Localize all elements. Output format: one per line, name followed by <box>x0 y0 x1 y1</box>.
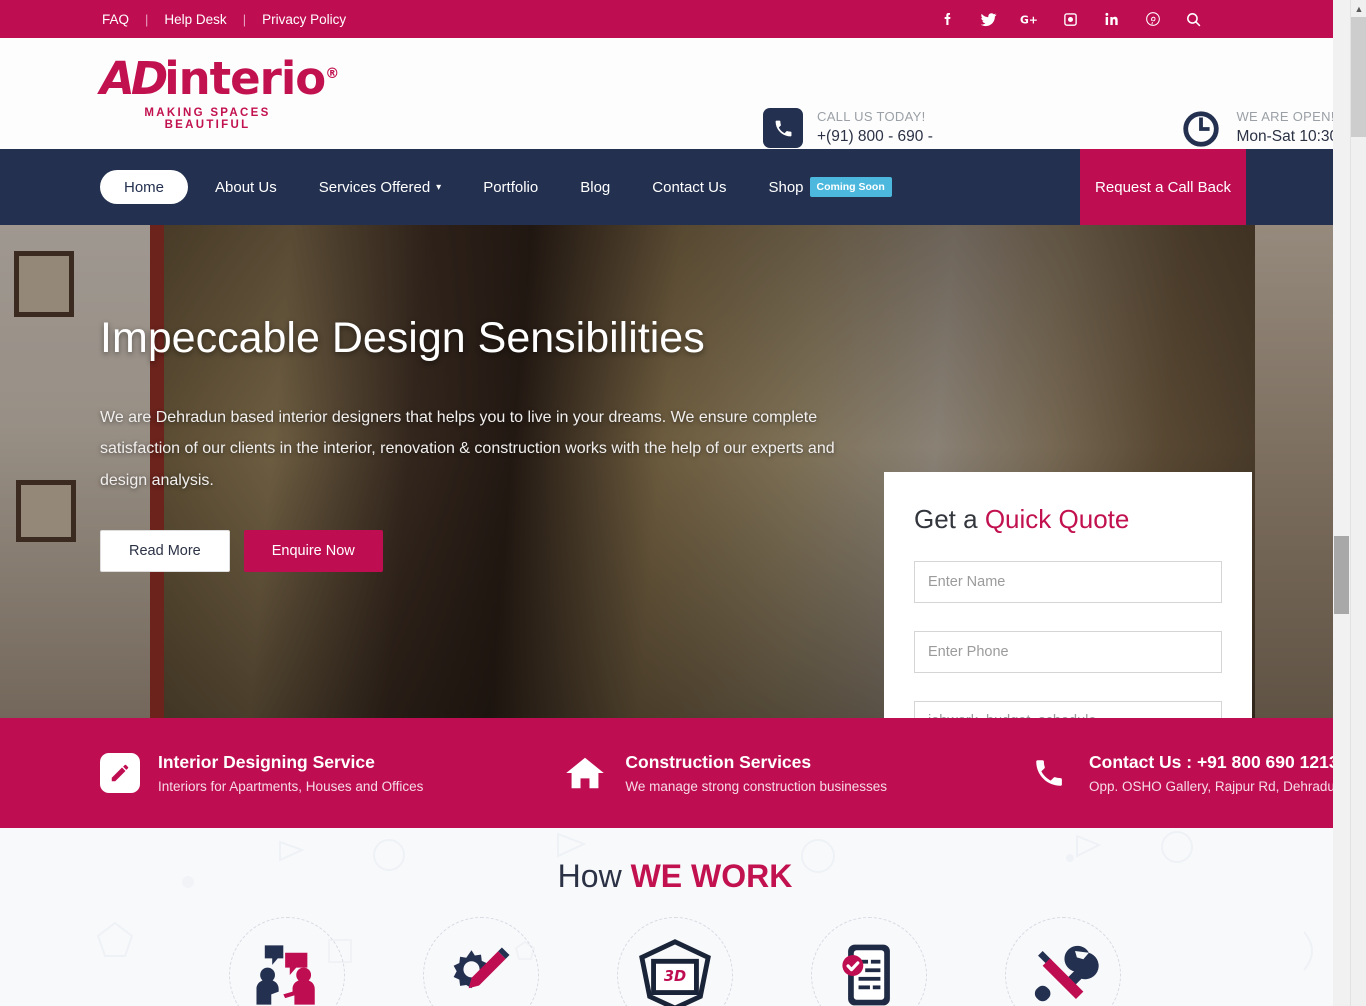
request-call-back-button[interactable]: Request a Call Back <box>1080 149 1246 225</box>
scroll-up-arrow-icon[interactable]: ▲ <box>1351 0 1366 17</box>
step-consultation[interactable] <box>229 917 345 1006</box>
message-textarea[interactable] <box>914 701 1222 718</box>
hero-content: Impeccable Design Sensibilities We are D… <box>0 225 835 572</box>
top-utility-bar: FAQ | Help Desk | Privacy Policy G+ <box>0 0 1350 38</box>
nav-item-label: Services Offered <box>318 178 431 196</box>
linkedin-icon[interactable] <box>1091 0 1132 38</box>
chevron-down-icon: ▾ <box>436 181 442 193</box>
strip-item-interior-design[interactable]: Interior Designing Service Interiors for… <box>100 748 423 798</box>
browser-scrollbar[interactable]: ▲ <box>1350 0 1366 1006</box>
nav-item-home[interactable]: Home <box>100 170 189 204</box>
nav-items: Home About Us Services Offered ▾ Portfol… <box>100 149 913 225</box>
step-execution[interactable] <box>1005 917 1121 1006</box>
consultation-icon <box>256 945 315 1005</box>
link-faq[interactable]: FAQ <box>100 12 131 27</box>
instagram-icon[interactable] <box>1050 0 1091 38</box>
pencil-icon <box>100 753 140 793</box>
strip-text: Interiors for Apartments, Houses and Off… <box>158 779 424 795</box>
logo-name: interio <box>164 52 326 105</box>
nav-item-contact-us[interactable]: Contact Us <box>631 149 747 225</box>
inner-scrollbar-thumb[interactable] <box>1334 536 1349 614</box>
facebook-icon[interactable] <box>927 0 968 38</box>
google-plus-icon[interactable]: G+ <box>1009 0 1050 38</box>
site-header: ADinterio® MAKING SPACES BEAUTIFUL CALL … <box>0 38 1350 168</box>
how-title-highlight: WE WORK <box>630 858 793 894</box>
logo-tagline: MAKING SPACES BEAUTIFUL <box>144 107 271 131</box>
nav-item-services-offered[interactable]: Services Offered ▾ <box>298 149 462 225</box>
strip-text: We manage strong construction businesses <box>625 779 888 795</box>
strip-item-construction[interactable]: Construction Services We manage strong c… <box>563 748 887 798</box>
strip-heading: Construction Services <box>625 752 812 773</box>
phone-label: CALL US TODAY! <box>817 109 926 124</box>
logo-registered-mark: ® <box>325 66 339 82</box>
nav-item-portfolio[interactable]: Portfolio <box>462 149 559 225</box>
step-3d-view[interactable]: 3D <box>617 917 733 1006</box>
design-gear-pencil-icon <box>453 947 510 989</box>
strip-heading: Contact Us : +91 800 690 1213 <box>1089 752 1339 773</box>
read-more-button[interactable]: Read More <box>100 529 230 572</box>
hero-subtitle: We are Dehradun based interior designers… <box>100 409 835 489</box>
logo[interactable]: ADinterio® MAKING SPACES BEAUTIFUL <box>100 56 339 131</box>
home-icon <box>563 753 607 793</box>
decorative-shape <box>1076 834 1101 858</box>
clock-icon <box>1180 108 1222 150</box>
hero-title: Impeccable Design Sensibilities <box>100 314 705 362</box>
nav-item-blog[interactable]: Blog <box>559 149 631 225</box>
link-help-desk[interactable]: Help Desk <box>162 12 228 27</box>
step-design[interactable] <box>423 917 539 1006</box>
how-we-work-title: How WE WORK <box>0 858 1350 895</box>
3d-cube-icon: 3D <box>639 939 711 1006</box>
page-root: FAQ | Help Desk | Privacy Policy G+ ADin… <box>0 0 1350 1006</box>
link-privacy-policy[interactable]: Privacy Policy <box>260 12 348 27</box>
pinterest-icon[interactable] <box>1132 0 1173 38</box>
browser-scrollbar-thumb[interactable] <box>1351 17 1366 137</box>
nav-item-label: Shop <box>768 178 804 196</box>
how-title-plain: How <box>557 858 631 894</box>
how-we-work-steps: 3D <box>0 917 1350 1006</box>
decorative-shape <box>557 832 586 858</box>
search-icon[interactable] <box>1173 0 1214 38</box>
logo-wordmark: ADinterio® <box>100 56 339 101</box>
nav-item-shop[interactable]: Shop Coming Soon <box>747 149 912 225</box>
quote-title-plain: Get a <box>914 504 985 534</box>
phone-input[interactable] <box>914 631 1222 673</box>
quick-quote-form: Get a Quick Quote Submit Request <box>884 472 1252 718</box>
svg-text:G+: G+ <box>1020 13 1038 26</box>
coming-soon-badge: Coming Soon <box>809 177 892 197</box>
social-links: G+ <box>927 0 1324 38</box>
phone-icon <box>763 108 803 148</box>
twitter-icon[interactable] <box>968 0 1009 38</box>
approved-document-icon <box>842 944 890 1006</box>
logo-prefix: AD <box>100 52 168 105</box>
inner-page-scrollbar[interactable] <box>1333 0 1350 1006</box>
strip-item-contact[interactable]: Contact Us : +91 800 690 1213 Opp. OSHO … <box>1027 748 1342 798</box>
tools-wrench-screwdriver-icon <box>1034 945 1099 1002</box>
hero-buttons: Read More Enquire Now <box>100 529 800 572</box>
strip-text: Opp. OSHO Gallery, Rajpur Rd, Dehradun <box>1089 779 1343 795</box>
name-input[interactable] <box>914 561 1222 603</box>
top-links: FAQ | Help Desk | Privacy Policy <box>100 12 348 27</box>
how-we-work-section: How WE WORK 3D <box>0 828 1350 1006</box>
enquire-now-button[interactable]: Enquire Now <box>243 529 383 572</box>
top-separator: | <box>145 11 149 27</box>
quote-form-title: Get a Quick Quote <box>914 504 1222 535</box>
svg-text:3D: 3D <box>664 968 686 985</box>
hero-section: Impeccable Design Sensibilities We are D… <box>0 225 1350 718</box>
quote-title-highlight: Quick Quote <box>984 504 1130 534</box>
top-separator: | <box>242 11 247 27</box>
strip-heading: Interior Designing Service <box>158 752 375 773</box>
phone-icon <box>1027 753 1071 793</box>
main-navigation: Home About Us Services Offered ▾ Portfol… <box>0 149 1350 225</box>
step-approval[interactable] <box>811 917 927 1006</box>
services-strip: Interior Designing Service Interiors for… <box>0 718 1350 828</box>
nav-item-about-us[interactable]: About Us <box>194 149 298 225</box>
